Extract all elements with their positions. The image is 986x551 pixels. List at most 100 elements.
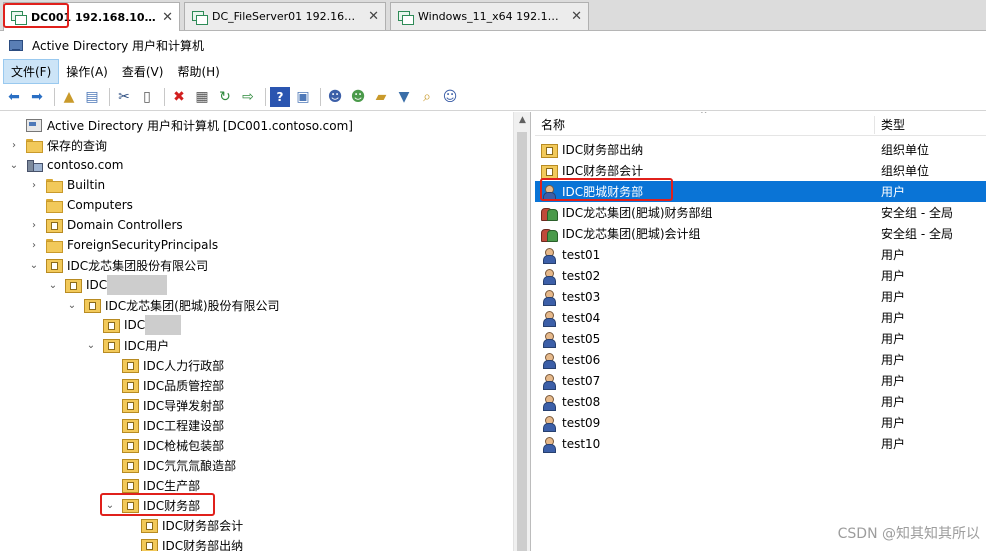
tab-dc001[interactable]: DC001 192.168.10.1主 ✕ <box>3 2 180 31</box>
menu-action[interactable]: 操作(A) <box>59 60 115 83</box>
tree-node[interactable]: ⌄ IDC用户 <box>85 335 169 355</box>
tree-node[interactable]: Computers <box>28 195 133 215</box>
tree-node[interactable]: › Builtin <box>28 175 105 195</box>
tree-node[interactable]: ⌄ IDC财务部 <box>104 495 200 515</box>
list-row[interactable]: test03 用户 <box>535 286 986 307</box>
object-name: test03 <box>562 289 601 304</box>
close-icon[interactable]: ✕ <box>565 9 582 24</box>
refresh-icon[interactable]: ↻ <box>215 87 235 107</box>
tree-node-label: IDC龙芯集团股份有限公司 <box>67 258 209 273</box>
console-icon[interactable]: ▣ <box>293 87 313 107</box>
scroll-up-arrow-icon[interactable]: ▲ <box>514 112 530 129</box>
delegate-icon[interactable]: ☺ <box>440 87 460 107</box>
object-name: IDC肥城财务部 <box>562 185 644 199</box>
menu-view[interactable]: 查看(V) <box>115 60 171 83</box>
tree-node[interactable]: ⌄ contoso.com <box>8 155 123 175</box>
tree-node[interactable]: IDC人力行政部 <box>104 355 224 375</box>
menu-file[interactable]: 文件(F) <box>3 58 60 84</box>
scroll-thumb[interactable] <box>517 132 527 551</box>
column-header-name[interactable]: 名称 <box>535 112 874 136</box>
cut-icon[interactable]: ✂ <box>114 87 134 107</box>
show-tree-icon[interactable]: ▤ <box>82 87 102 107</box>
list-row[interactable]: IDC龙芯集团(肥城)财务部组 安全组 - 全局 <box>535 202 986 223</box>
help-icon[interactable]: ? <box>270 86 290 107</box>
ou-icon <box>141 518 158 533</box>
list-row[interactable]: test01 用户 <box>535 244 986 265</box>
tree-node[interactable]: ⌄ IDC龙芯集团股份有限公司 <box>28 255 208 275</box>
copy-icon[interactable]: ▯ <box>137 87 157 107</box>
list-row[interactable]: IDC肥城财务部 用户 <box>535 181 986 202</box>
menu-help[interactable]: 帮助(H) <box>170 60 226 83</box>
expand-right-icon[interactable]: › <box>28 220 40 231</box>
filter-icon[interactable]: ▼ <box>394 87 414 107</box>
tree-node[interactable]: IDC品质管控部 <box>104 375 224 395</box>
details-list-pane[interactable]: ^ 名称 类型 IDC财务部出纳 组织单位 IDC财务部会计 组织单位 IDC肥城财务部… <box>535 112 986 551</box>
forward-icon[interactable]: ➡ <box>27 87 47 107</box>
list-row[interactable]: test08 用户 <box>535 391 986 412</box>
tab-dc-fileserver01[interactable]: DC_FileServer01 192.168.10.15 ✕ <box>184 2 386 30</box>
tree-node[interactable]: IDC财务部会计 <box>123 515 243 535</box>
object-type: 用户 <box>881 332 906 346</box>
expand-down-icon[interactable]: ⌄ <box>8 160 20 171</box>
tree-node[interactable]: IDC <box>85 315 182 335</box>
tree-node-label: 保存的查询 <box>47 138 108 153</box>
export-icon[interactable]: ⇨ <box>238 87 258 107</box>
tree-node[interactable]: IDC工程建设部 <box>104 415 224 435</box>
tab-windows-11[interactable]: Windows_11_x64 192.168.10... ✕ <box>390 2 589 30</box>
list-row[interactable]: test05 用户 <box>535 328 986 349</box>
toolbar-separator <box>54 87 55 106</box>
list-row[interactable]: test09 用户 <box>535 412 986 433</box>
up-folder-icon[interactable]: ▲ <box>59 87 79 107</box>
root-icon <box>26 118 42 132</box>
close-icon[interactable]: ✕ <box>362 9 379 24</box>
list-row[interactable]: test10 用户 <box>535 433 986 454</box>
user-icon <box>541 394 557 411</box>
tree-node[interactable]: IDC导弹发射部 <box>104 395 224 415</box>
list-row[interactable]: test04 用户 <box>535 307 986 328</box>
tree-node[interactable]: IDC生产部 <box>104 475 200 495</box>
tree-node-label: IDC <box>124 318 146 332</box>
list-row[interactable]: test07 用户 <box>535 370 986 391</box>
new-user-icon[interactable]: ☻ <box>325 87 345 107</box>
domain-icon <box>26 158 43 172</box>
tree-scrollbar[interactable]: ▲ <box>513 112 530 551</box>
list-cell-name: test01 <box>535 247 874 264</box>
new-ou-icon[interactable]: ▰ <box>371 87 391 107</box>
expand-down-icon[interactable]: ⌄ <box>66 300 78 311</box>
expand-down-icon[interactable]: ⌄ <box>47 280 59 291</box>
find-icon[interactable]: ⌕ <box>417 87 437 107</box>
tree-node[interactable]: IDC财务部出纳 <box>123 535 243 551</box>
object-type: 组织单位 <box>881 143 930 157</box>
new-group-icon[interactable]: ☻ <box>348 87 368 107</box>
delete-icon[interactable]: ✖ <box>169 87 189 107</box>
back-icon[interactable]: ⬅ <box>4 87 24 107</box>
user-icon <box>541 289 557 306</box>
tree-node[interactable]: ⌄ IDC <box>47 275 168 295</box>
list-row[interactable]: IDC财务部出纳 组织单位 <box>535 139 986 160</box>
list-row[interactable]: IDC财务部会计 组织单位 <box>535 160 986 181</box>
tree-node[interactable]: › 保存的查询 <box>8 135 107 155</box>
tree-node[interactable]: IDC枪械包装部 <box>104 435 224 455</box>
column-header-type[interactable]: 类型 <box>875 112 986 136</box>
tree-node-label: IDC氕氘氚酿造部 <box>143 458 237 473</box>
tree-node-label: Builtin <box>67 178 106 192</box>
ou-icon <box>103 338 120 353</box>
console-tree-pane[interactable]: Active Directory 用户和计算机 [DC001.contoso.c… <box>0 112 531 551</box>
tree-node[interactable]: › ForeignSecurityPrincipals <box>28 235 218 255</box>
tree-node[interactable]: IDC氕氘氚酿造部 <box>104 455 236 475</box>
expand-right-icon[interactable]: › <box>28 180 40 191</box>
expand-down-icon[interactable]: ⌄ <box>28 260 40 271</box>
close-icon[interactable]: ✕ <box>156 10 173 25</box>
properties-icon[interactable]: ▦ <box>192 87 212 107</box>
expand-down-icon[interactable]: ⌄ <box>104 500 116 511</box>
tree-node[interactable]: › Domain Controllers <box>28 215 183 235</box>
list-row[interactable]: IDC龙芯集团(肥城)会计组 安全组 - 全局 <box>535 223 986 244</box>
expand-down-icon[interactable]: ⌄ <box>85 340 97 351</box>
expand-right-icon[interactable]: › <box>8 140 20 151</box>
object-name: test01 <box>562 247 601 262</box>
tree-node[interactable]: Active Directory 用户和计算机 [DC001.contoso.c… <box>8 115 353 135</box>
list-row[interactable]: test02 用户 <box>535 265 986 286</box>
expand-right-icon[interactable]: › <box>28 240 40 251</box>
tree-node[interactable]: ⌄ IDC龙芯集团(肥城)股份有限公司 <box>66 295 280 315</box>
list-row[interactable]: test06 用户 <box>535 349 986 370</box>
